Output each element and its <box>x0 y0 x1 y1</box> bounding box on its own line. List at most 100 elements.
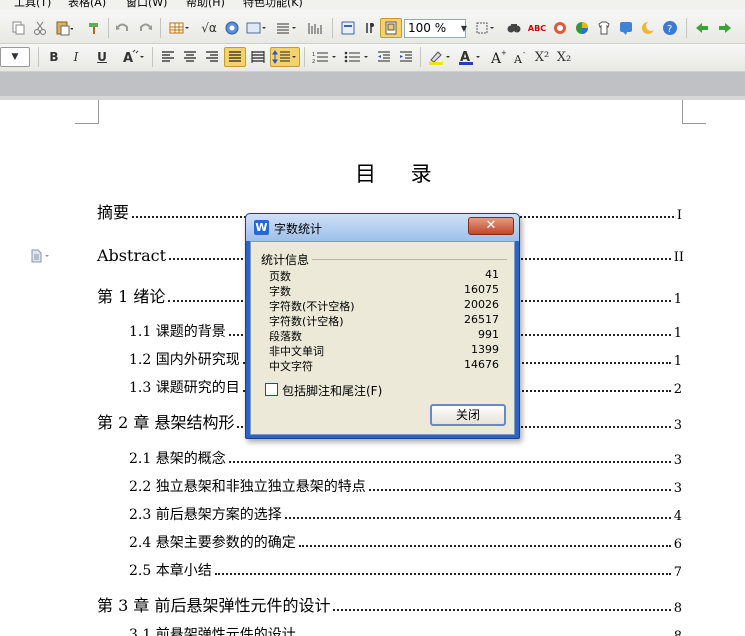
include-footnotes-label[interactable]: 包括脚注和尾注(F) <box>282 382 382 399</box>
toc-entry-page: 1 <box>673 326 682 341</box>
close-icon[interactable]: ✕ <box>468 217 514 235</box>
character-style-icon[interactable]: A <box>120 47 148 67</box>
toc-entry[interactable]: 2.1 悬架的概念 3 <box>129 446 682 468</box>
select-objects-icon[interactable] <box>474 18 498 38</box>
chart-icon[interactable] <box>304 18 326 38</box>
help-icon[interactable]: ? <box>660 18 680 38</box>
chat-icon[interactable] <box>616 18 636 38</box>
justify-icon[interactable] <box>224 47 246 67</box>
grow-font-icon[interactable]: A + <box>488 47 508 67</box>
toc-entry[interactable]: 2.5 本章小结 7 <box>129 558 682 580</box>
toc-entry[interactable]: 2.4 悬架主要参数的的确定 6 <box>129 530 682 552</box>
chevron-down-icon[interactable]: ▼ <box>458 19 470 38</box>
numbering-icon[interactable]: 12 <box>310 47 340 67</box>
increase-indent-icon[interactable] <box>396 47 416 67</box>
stat-value: 20026 <box>464 298 499 311</box>
toc-entry[interactable]: 3.1 前悬架弹性元件的设计 8 <box>129 622 682 636</box>
align-center-icon[interactable] <box>180 47 200 67</box>
redo-icon[interactable] <box>136 18 156 38</box>
toc-entry[interactable]: 第 3 章 前后悬架弹性元件的设计 8 <box>97 594 682 616</box>
insert-table-icon[interactable] <box>166 18 194 38</box>
browser-icon[interactable] <box>572 18 592 38</box>
toc-entry-page: 1 <box>673 354 682 369</box>
page-view-icon[interactable] <box>380 18 402 38</box>
highlight-icon[interactable] <box>426 47 454 67</box>
toc-entry-text: 2.3 前后悬架方案的选择 <box>129 507 282 523</box>
stat-row: 非中文单词 1399 <box>269 343 499 358</box>
toc-entry[interactable]: 2.3 前后悬架方案的选择 4 <box>129 502 682 524</box>
italic-button[interactable]: I <box>66 47 86 67</box>
menu-special[interactable]: 特色功能(K) <box>243 0 303 10</box>
svg-text:A: A <box>123 51 133 65</box>
preview-icon[interactable] <box>338 18 358 38</box>
align-menu-icon[interactable] <box>274 18 300 38</box>
toc-entry-page: 7 <box>673 565 682 580</box>
close-button[interactable]: 关闭 <box>430 404 506 426</box>
toc-leader-dots <box>284 517 671 519</box>
toc-leader-dots <box>214 573 671 575</box>
spell-check-icon[interactable]: ABC <box>526 18 548 38</box>
show-marks-icon[interactable] <box>360 18 380 38</box>
bold-button[interactable]: B <box>44 47 64 67</box>
decrease-indent-icon[interactable] <box>374 47 394 67</box>
shrink-font-icon[interactable]: A- <box>510 47 530 67</box>
superscript-icon[interactable]: X² <box>532 47 552 67</box>
font-size-dropdown[interactable]: ▼ <box>0 47 30 67</box>
stat-label: 字数 <box>269 285 291 298</box>
zoom-input[interactable]: 100 % <box>404 19 466 38</box>
stat-row: 中文字符 14676 <box>269 358 499 373</box>
toc-entry-page: 2 <box>673 382 682 397</box>
toc-entry-page: 6 <box>673 537 682 552</box>
align-left-icon[interactable] <box>158 47 178 67</box>
stat-label: 字符数(不计空格) <box>269 300 355 313</box>
toc-entry-text: 第 2 章 悬架结构形 <box>97 413 235 432</box>
back-arrow-icon[interactable] <box>692 18 712 38</box>
bullets-icon[interactable] <box>342 47 372 67</box>
menu-tools[interactable]: 工具(T) <box>14 0 51 10</box>
line-spacing-icon[interactable] <box>270 47 300 67</box>
shirt-icon[interactable] <box>594 18 614 38</box>
menu-help[interactable]: 帮助(H) <box>186 0 225 10</box>
stat-row: 字数 16075 <box>269 283 499 298</box>
toolbar-separator <box>152 47 153 67</box>
translate-icon[interactable] <box>550 18 570 38</box>
stat-label: 段落数 <box>269 330 302 343</box>
svg-text:1: 1 <box>312 52 315 58</box>
menu-window[interactable]: 窗口(W) <box>126 0 167 10</box>
copy-icon[interactable] <box>8 18 28 38</box>
undo-icon[interactable] <box>112 18 132 38</box>
underline-button[interactable]: U <box>88 47 116 67</box>
format-painter-icon[interactable] <box>84 18 104 38</box>
toc-leader-dots <box>368 489 671 491</box>
stat-label: 非中文单词 <box>269 345 324 358</box>
stat-value: 26517 <box>464 313 499 326</box>
equation-icon[interactable]: √α <box>198 18 220 38</box>
align-right-icon[interactable] <box>202 47 222 67</box>
subscript-icon[interactable]: X₂ <box>554 47 574 67</box>
night-mode-icon[interactable] <box>638 18 658 38</box>
find-icon[interactable] <box>504 18 524 38</box>
font-color-icon[interactable]: A <box>456 47 484 67</box>
menu-table[interactable]: 表格(A) <box>68 0 106 10</box>
cut-icon[interactable] <box>30 18 50 38</box>
dialog-titlebar[interactable]: W 字数统计 ✕ <box>246 214 519 241</box>
forward-arrow-icon[interactable] <box>714 18 738 38</box>
insert-object-icon[interactable] <box>222 18 242 38</box>
include-footnotes-checkbox[interactable] <box>265 383 278 396</box>
toc-entry-text: 第 3 章 前后悬架弹性元件的设计 <box>97 596 331 615</box>
page-corner-mark <box>682 100 706 124</box>
toolbar-separator <box>420 47 421 67</box>
distribute-icon[interactable] <box>248 47 268 67</box>
toolbar-separator <box>160 18 161 38</box>
toc-entry[interactable]: 2.2 独立悬架和非独立独立悬架的特点 3 <box>129 474 682 496</box>
document-map-icon[interactable] <box>30 248 49 263</box>
toolbar-separator <box>304 47 305 67</box>
menu-bar: 工具(T) 表格(A) 窗口(W) 帮助(H) 特色功能(K) <box>0 0 745 10</box>
toc-entry-text: 1.1 课题的背景 <box>129 324 226 340</box>
stat-value: 1399 <box>471 343 499 356</box>
toc-entry-text: 2.4 悬架主要参数的的确定 <box>129 535 296 551</box>
columns-icon[interactable] <box>244 18 270 38</box>
toc-entry-page: 4 <box>673 509 682 524</box>
paste-icon[interactable] <box>52 18 76 38</box>
toc-entry-text: 2.1 悬架的概念 <box>129 451 226 467</box>
